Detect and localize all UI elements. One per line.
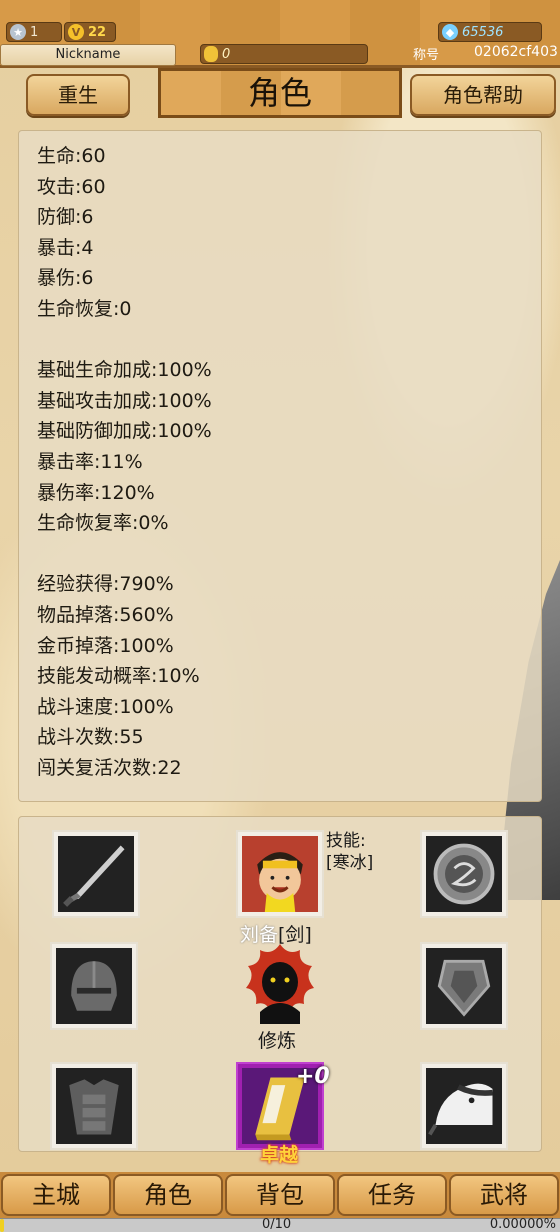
gem-icon: ◆ bbox=[442, 24, 458, 40]
coin-count: 0 bbox=[222, 46, 231, 62]
exp-progress-bar: 0/10 0.00000% bbox=[0, 1217, 560, 1232]
stat-line: 暴击:4 bbox=[37, 236, 94, 259]
vip-pill[interactable]: V 22 bbox=[64, 22, 116, 42]
nav-backpack[interactable]: 背包 bbox=[225, 1174, 335, 1216]
vip-level: 22 bbox=[88, 24, 107, 40]
coin-pill[interactable]: 0 bbox=[200, 44, 368, 64]
nav-main-city[interactable]: 主城 bbox=[1, 1174, 111, 1216]
stat-line: 生命:60 bbox=[37, 145, 106, 167]
horse-icon bbox=[426, 1068, 502, 1144]
hero-portrait-icon bbox=[242, 836, 318, 912]
flame-silhouette-icon bbox=[246, 944, 314, 1024]
mount-slot[interactable] bbox=[420, 1062, 508, 1150]
cultivation-button[interactable] bbox=[242, 942, 318, 1024]
hero-portrait-slot[interactable] bbox=[236, 830, 324, 918]
skill-label: 技能: [寒冰] bbox=[326, 830, 373, 874]
stat-spacer bbox=[37, 539, 541, 570]
medallion-icon bbox=[426, 836, 502, 912]
stat-line: 技能发动概率:10% bbox=[37, 665, 200, 688]
gem-count: 65536 bbox=[462, 24, 504, 40]
stat-spacer bbox=[37, 325, 541, 356]
book-plus-level: +0 bbox=[296, 1064, 330, 1089]
nav-character[interactable]: 角色 bbox=[113, 1174, 223, 1216]
shield-slot[interactable] bbox=[420, 942, 508, 1030]
player-id: 02062cf403 bbox=[474, 44, 558, 60]
bottom-nav: 主城 角色 背包 任务 武将 bbox=[0, 1172, 560, 1218]
sword-icon bbox=[58, 836, 134, 912]
cultivation-label[interactable]: 修炼 bbox=[258, 1026, 296, 1053]
stat-line: 生命恢复:0 bbox=[37, 297, 132, 320]
nav-quests[interactable]: 任务 bbox=[337, 1174, 447, 1216]
stats-panel: 生命:60 攻击:60 防御:6 暴击:4 暴伤:6 生命恢复:0 基础生命加成… bbox=[18, 130, 542, 802]
stat-line: 基础防御加成:100% bbox=[37, 420, 212, 443]
title-label[interactable]: 称号 bbox=[413, 44, 439, 63]
stat-line: 防御:6 bbox=[37, 206, 94, 229]
helmet-slot[interactable] bbox=[50, 942, 138, 1030]
nickname-plate[interactable]: Nickname bbox=[0, 44, 176, 66]
gem-pill[interactable]: ◆ 65536 bbox=[438, 22, 542, 42]
top-bar: ★ 1 V 22 ◆ 65536 Nickname 0 称号 02062cf40… bbox=[0, 0, 560, 68]
armor-icon bbox=[56, 1068, 132, 1144]
exp-text: 0/10 bbox=[262, 1217, 292, 1232]
vip-icon: V bbox=[68, 24, 84, 40]
stat-line: 基础生命加成:100% bbox=[37, 359, 212, 382]
stat-line: 物品掉落:560% bbox=[37, 603, 174, 626]
stat-line: 暴伤:6 bbox=[37, 267, 94, 290]
token-slot[interactable] bbox=[420, 830, 508, 918]
exp-percent: 0.00000% bbox=[489, 1217, 556, 1232]
skill-name[interactable]: [寒冰] bbox=[326, 852, 373, 874]
shield-icon bbox=[426, 948, 502, 1024]
star-level: 1 bbox=[30, 24, 39, 40]
stat-line: 暴伤率:120% bbox=[37, 481, 155, 504]
skill-title: 技能: bbox=[326, 831, 366, 851]
stat-line: 生命恢复率:0% bbox=[37, 512, 169, 535]
stat-line: 金币掉落:100% bbox=[37, 634, 174, 657]
stat-line: 基础攻击加成:100% bbox=[37, 389, 212, 412]
rebirth-button[interactable]: 重生 bbox=[26, 74, 130, 116]
stat-line: 攻击:60 bbox=[37, 175, 106, 198]
book-quality-label: 卓越 bbox=[260, 1144, 299, 1166]
coin-icon bbox=[204, 46, 218, 62]
stat-line: 经验获得:790% bbox=[37, 573, 174, 596]
stat-line: 暴击率:11% bbox=[37, 450, 143, 473]
helmet-icon bbox=[56, 948, 132, 1024]
stat-line: 战斗速度:100% bbox=[37, 695, 174, 718]
stat-line: 战斗次数:55 bbox=[37, 726, 144, 749]
star-level-pill: ★ 1 bbox=[6, 22, 62, 42]
page-title: 角色 bbox=[158, 68, 402, 118]
armor-slot[interactable] bbox=[50, 1062, 138, 1150]
nav-generals[interactable]: 武将 bbox=[449, 1174, 559, 1216]
exp-progress-fill bbox=[0, 1219, 4, 1232]
weapon-slot[interactable] bbox=[52, 830, 140, 918]
stat-line: 闯关复活次数:22 bbox=[37, 756, 182, 779]
star-icon: ★ bbox=[10, 24, 26, 40]
role-help-button[interactable]: 角色帮助 bbox=[410, 74, 556, 116]
